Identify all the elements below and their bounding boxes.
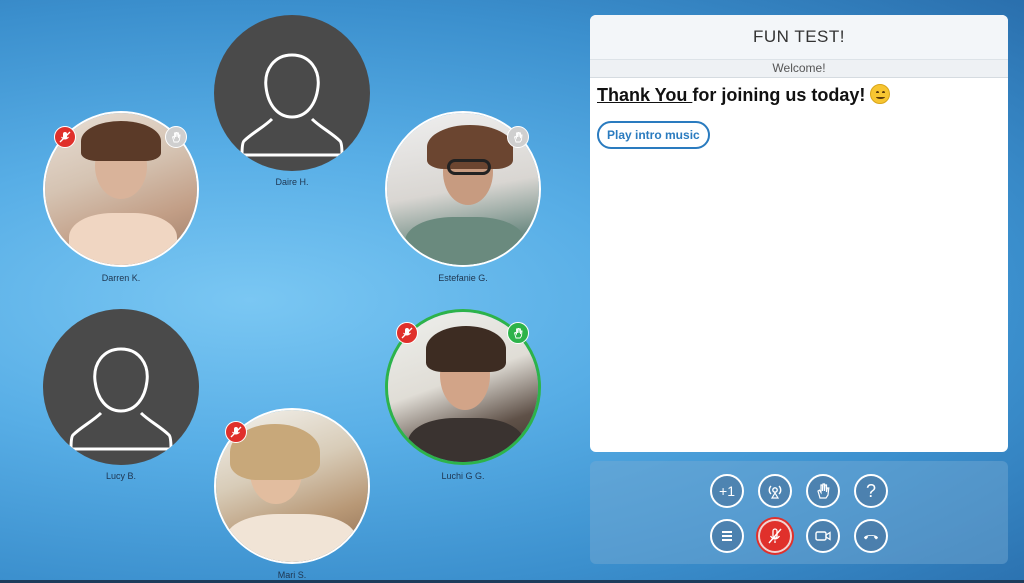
participant-name: Luchi G G. xyxy=(441,471,485,481)
muted-mic-icon xyxy=(768,528,782,544)
hang-up-phone-icon xyxy=(864,535,878,540)
participant-name: Lucy B. xyxy=(105,471,136,481)
mute-toggle-button[interactable] xyxy=(758,519,792,553)
person-silhouette-icon xyxy=(69,347,173,451)
muted-mic-icon xyxy=(225,421,247,443)
content-panel: FUN TEST! Welcome! Thank You for joining… xyxy=(590,15,1008,452)
help-button[interactable]: ? xyxy=(854,474,888,508)
participant-name: Darren K. xyxy=(101,273,141,283)
video-camera-icon xyxy=(815,531,831,541)
welcome-message-underlined: Thank You xyxy=(597,85,693,105)
participant-tile-luchi[interactable]: Luchi G G. xyxy=(383,309,543,481)
panel-body: Thank You for joining us today! Play int… xyxy=(590,78,1008,155)
broadcast-button[interactable] xyxy=(758,474,792,508)
panel-subtitle: Welcome! xyxy=(590,60,1008,78)
participant-name: Mari S. xyxy=(277,570,307,580)
raise-hand-icon xyxy=(165,126,187,148)
plus-one-button[interactable]: +1 xyxy=(710,474,744,508)
help-icon: ? xyxy=(865,480,876,501)
video-toggle-button[interactable] xyxy=(806,519,840,553)
participant-tile-estefanie[interactable]: Estefanie G. xyxy=(383,111,543,283)
raise-hand-button[interactable] xyxy=(806,474,840,508)
smiley-emoji-icon xyxy=(870,84,891,104)
welcome-message: Thank You for joining us today! xyxy=(597,84,1001,106)
avatar-placeholder xyxy=(43,309,199,465)
menu-button[interactable] xyxy=(710,519,744,553)
play-intro-music-button[interactable]: Play intro music xyxy=(597,121,710,149)
menu-icon xyxy=(722,531,732,541)
avatar-placeholder xyxy=(214,15,370,171)
raise-hand-icon xyxy=(507,322,529,344)
muted-mic-icon xyxy=(54,126,76,148)
participant-name: Daire H. xyxy=(275,177,309,187)
muted-mic-icon xyxy=(396,322,418,344)
panel-title: FUN TEST! xyxy=(590,15,1008,60)
participant-tile-mari[interactable]: Mari S. xyxy=(212,408,372,580)
participant-name: Estefanie G. xyxy=(438,273,488,283)
raise-hand-icon xyxy=(507,126,529,148)
plus-one-label: +1 xyxy=(719,483,735,499)
participant-tile-daire[interactable]: Daire H. xyxy=(212,15,372,187)
raise-hand-icon xyxy=(817,483,830,499)
hang-up-button[interactable] xyxy=(854,519,888,553)
participant-tile-lucy[interactable]: Lucy B. xyxy=(41,309,201,481)
broadcast-icon xyxy=(768,485,782,499)
control-bar: +1 ? xyxy=(590,461,1008,564)
welcome-message-rest: for joining us today! xyxy=(692,85,866,105)
person-silhouette-icon xyxy=(240,53,344,157)
participant-tile-darren[interactable]: Darren K. xyxy=(41,111,201,283)
